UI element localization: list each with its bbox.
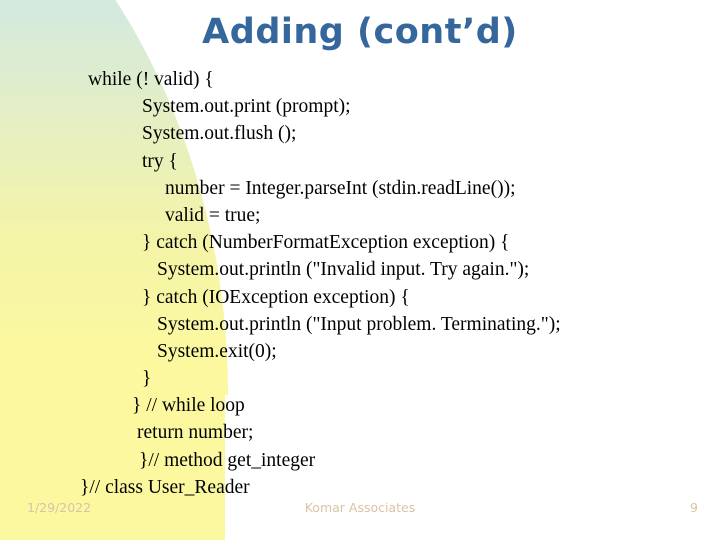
- code-line: } catch (NumberFormatException exception…: [142, 232, 510, 254]
- code-line: return number;: [137, 422, 254, 444]
- code-line: System.out.flush ();: [142, 123, 297, 145]
- footer-page-number: 9: [690, 500, 698, 515]
- code-line: System.out.println ("Invalid input. Try …: [157, 259, 530, 281]
- page-title: Adding (cont’d): [202, 12, 518, 52]
- code-block: while (! valid) { System.out.print (promp…: [0, 66, 720, 501]
- code-line: number = Integer.parseInt (stdin.readLin…: [165, 177, 516, 199]
- code-line: System.out.println ("Input problem. Term…: [157, 313, 561, 335]
- slide-canvas: Adding (cont’d) while (! valid) { System.…: [0, 0, 720, 540]
- code-line: }// class User_Reader: [80, 476, 250, 498]
- code-line: System.out.print (prompt);: [142, 96, 351, 118]
- code-line: }: [142, 368, 152, 390]
- code-line: }// method get_integer: [139, 449, 316, 471]
- slide-footer: 1/29/2022 Komar Associates 9: [0, 498, 720, 522]
- footer-organization: Komar Associates: [304, 500, 416, 515]
- code-line: try {: [142, 150, 178, 172]
- code-line: while (! valid) {: [88, 69, 214, 90]
- code-line: } catch (IOException exception) {: [142, 286, 410, 308]
- code-line: valid = true;: [165, 204, 261, 226]
- code-line: } // while loop: [132, 395, 245, 417]
- code-line: System.exit(0);: [157, 340, 277, 362]
